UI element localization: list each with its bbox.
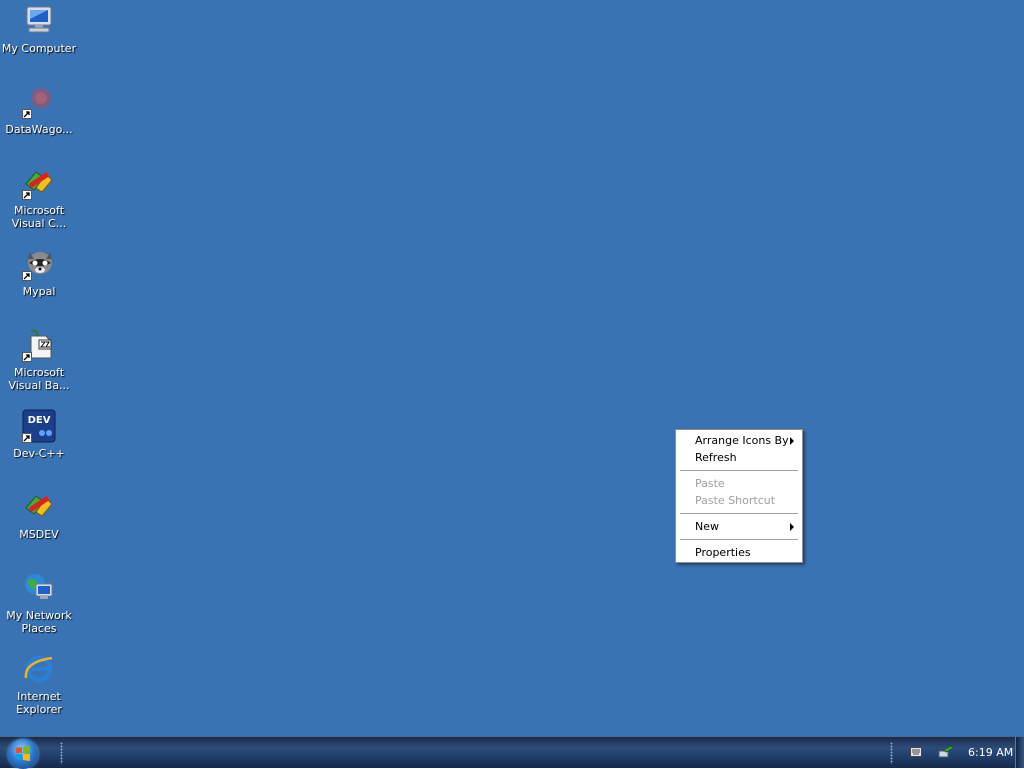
desktop-icon-mypal[interactable]: Mypal xyxy=(0,247,78,298)
desktop-icon-my-computer[interactable]: My Computer xyxy=(0,4,78,55)
submenu-arrow-icon xyxy=(790,437,794,445)
network-places-icon xyxy=(22,571,56,605)
shortcut-arrow-icon xyxy=(22,190,32,200)
tray-grip[interactable] xyxy=(890,742,893,764)
desktop-icon-label: Dev-C++ xyxy=(13,447,65,460)
desktop-icon-label: MSDEV xyxy=(19,528,59,541)
menu-item-label: Paste Shortcut xyxy=(695,494,776,507)
menu-separator xyxy=(680,513,798,514)
visual-c-icon xyxy=(22,166,56,200)
shortcut-arrow-icon xyxy=(22,109,32,119)
desktop-icon-visual-c[interactable]: Microsoft Visual C... xyxy=(0,166,78,230)
menu-item-label: New xyxy=(695,520,719,533)
menu-item-label: Refresh xyxy=(695,451,737,464)
menu-item-properties[interactable]: Properties xyxy=(678,544,800,561)
menu-item-label: Arrange Icons By xyxy=(695,434,789,447)
desktop-icon-label: My Network Places xyxy=(6,609,72,635)
shortcut-arrow-icon xyxy=(22,433,32,443)
desktop-icon-network-places[interactable]: My Network Places xyxy=(0,571,78,635)
menu-separator xyxy=(680,470,798,471)
menu-item-label: Properties xyxy=(695,546,751,559)
taskbar: 6:19 AM xyxy=(0,736,1024,769)
desktop-icon-dev-cpp[interactable]: DEV Dev-C++ xyxy=(0,409,78,460)
submenu-arrow-icon xyxy=(790,523,794,531)
desktop-icon-datawago[interactable]: DataWago... xyxy=(0,85,78,136)
mypal-icon xyxy=(22,247,56,281)
svg-text:DEV: DEV xyxy=(28,415,51,426)
system-tray: 6:19 AM xyxy=(890,737,1024,768)
desktop-icon-label: My Computer xyxy=(1,42,77,55)
desktop[interactable]: My Computer DataWago... Microsoft Visual… xyxy=(0,0,1024,736)
msdev-icon xyxy=(22,490,56,524)
network-icon[interactable] xyxy=(938,745,954,759)
visual-basic-icon xyxy=(22,328,56,362)
clock[interactable]: 6:19 AM xyxy=(968,746,1013,759)
desktop-icon-label: Internet Explorer xyxy=(16,690,62,716)
menu-item-paste-shortcut: Paste Shortcut xyxy=(678,492,800,509)
desktop-icon-label: Mypal xyxy=(22,285,56,298)
desktop-icon-label: Microsoft Visual C... xyxy=(11,204,67,230)
menu-item-arrange-icons-by[interactable]: Arrange Icons By xyxy=(678,432,800,449)
shortcut-arrow-icon xyxy=(22,352,32,362)
desktop-context-menu: Arrange Icons By Refresh Paste Paste Sho… xyxy=(675,429,803,563)
keyboard-icon[interactable] xyxy=(910,747,922,757)
menu-item-label: Paste xyxy=(695,477,725,490)
desktop-icon-label: Microsoft Visual Ba... xyxy=(8,366,70,392)
menu-item-refresh[interactable]: Refresh xyxy=(678,449,800,466)
internet-explorer-icon xyxy=(22,652,56,686)
menu-separator xyxy=(680,539,798,540)
dev-cpp-icon: DEV xyxy=(22,409,56,443)
my-computer-icon xyxy=(22,4,56,38)
show-desktop-button[interactable] xyxy=(1015,737,1024,768)
windows-orb-icon xyxy=(16,746,30,761)
datawago-icon xyxy=(22,85,56,119)
shortcut-arrow-icon xyxy=(22,271,32,281)
desktop-icon-internet-explorer[interactable]: Internet Explorer xyxy=(0,652,78,716)
start-button[interactable] xyxy=(8,739,38,769)
desktop-icon-msdev[interactable]: MSDEV xyxy=(0,490,78,541)
menu-item-paste: Paste xyxy=(678,475,800,492)
desktop-icon-visual-basic[interactable]: Microsoft Visual Ba... xyxy=(0,328,78,392)
desktop-icon-label: DataWago... xyxy=(5,123,73,136)
menu-item-new[interactable]: New xyxy=(678,518,800,535)
quick-launch-grip[interactable] xyxy=(60,742,63,764)
